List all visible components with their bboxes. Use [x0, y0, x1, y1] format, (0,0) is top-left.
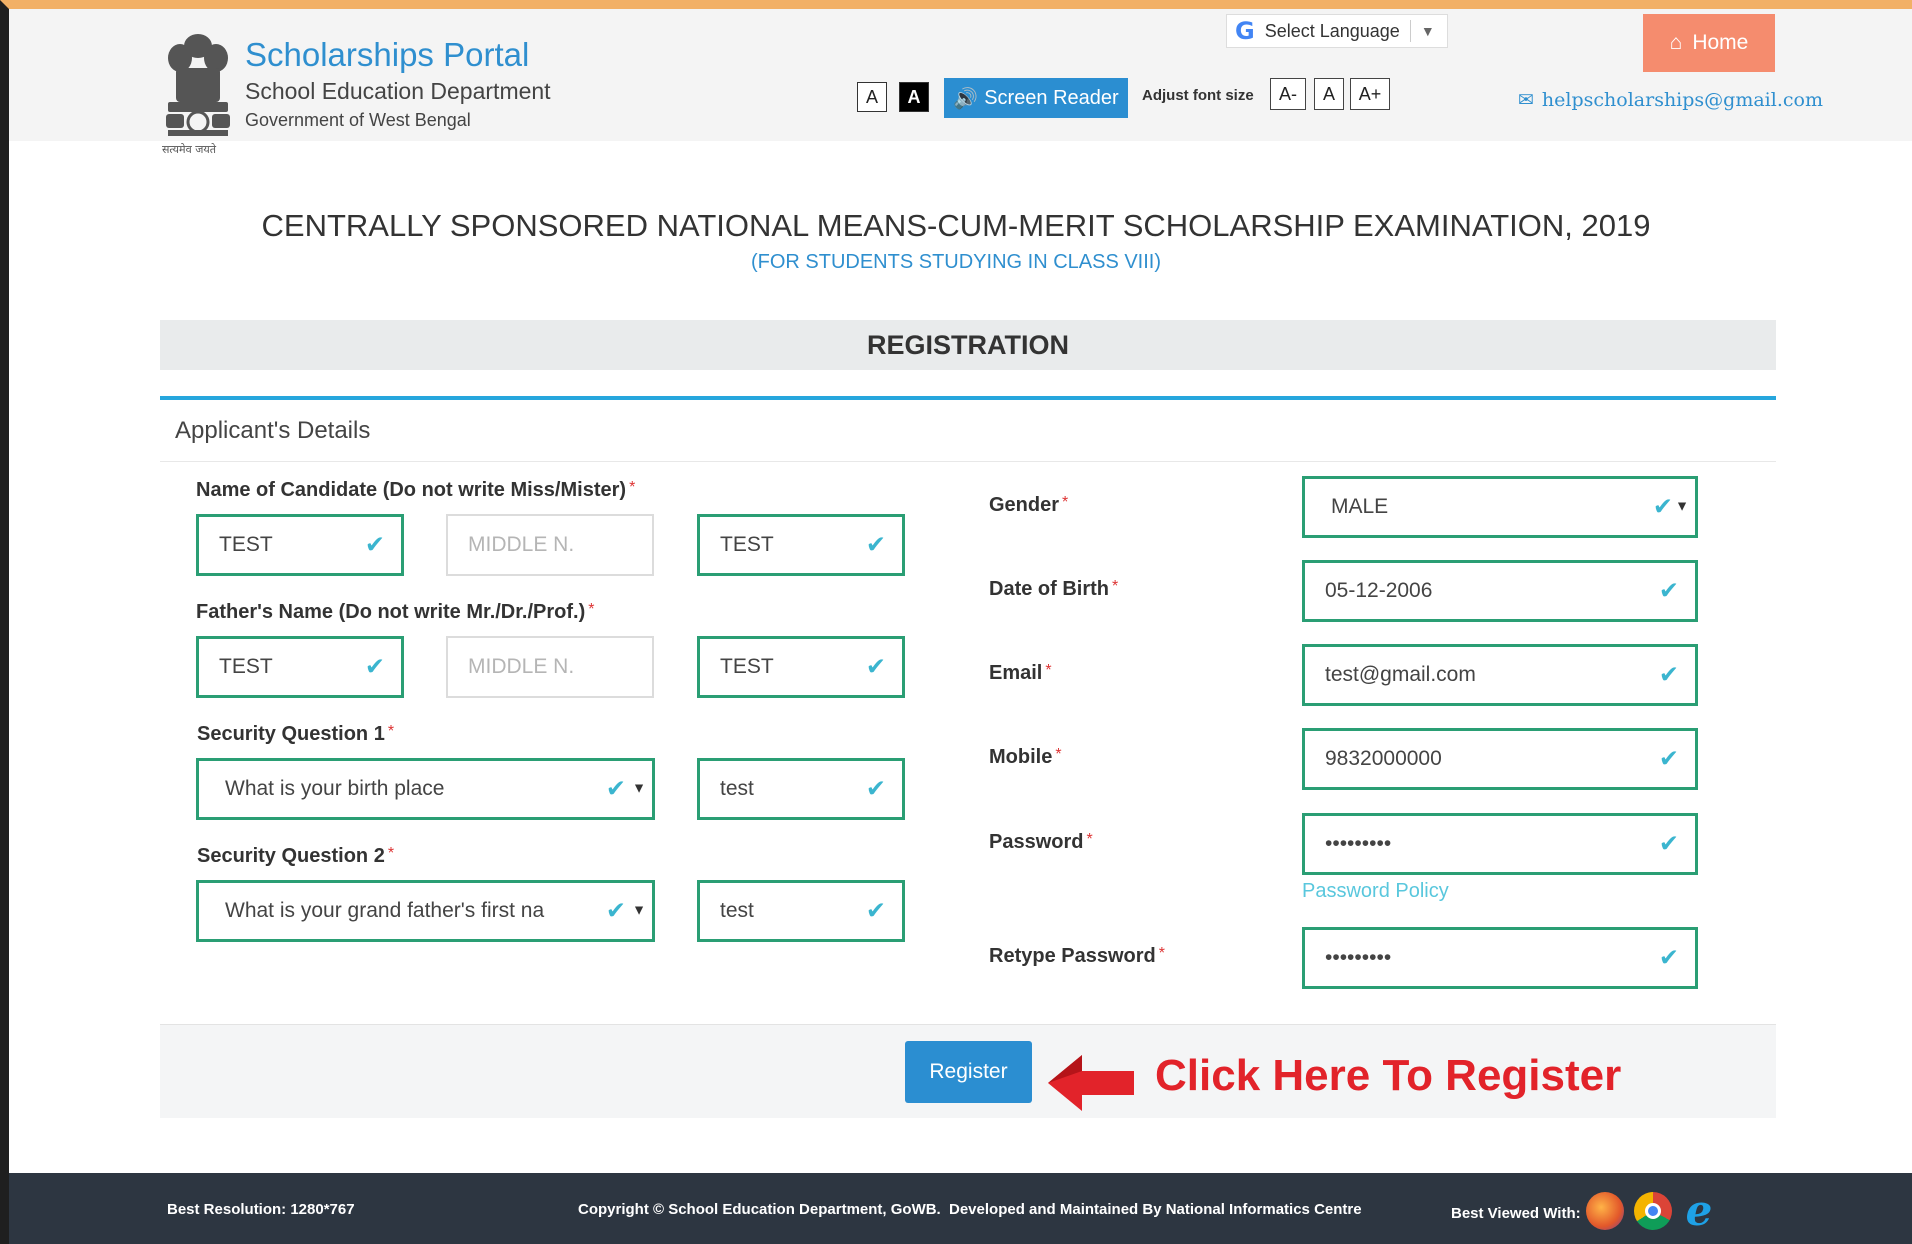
security-question-1-label: Security Question 1 * — [197, 723, 395, 745]
google-icon: G — [1235, 17, 1255, 45]
chrome-icon — [1634, 1192, 1672, 1230]
language-select[interactable]: G Select Language ▼ — [1226, 14, 1448, 48]
candidate-last-name-input[interactable]: TEST ✔ — [697, 514, 905, 576]
caret-down-icon: ▼ — [632, 901, 646, 918]
password-label: Password * — [989, 831, 1093, 853]
screen-reader-label: Screen Reader — [984, 86, 1119, 109]
exam-subtitle: (FOR STUDENTS STUDYING IN CLASS VIII) — [750, 251, 1162, 273]
help-email-text: helpscholarships@gmail.com — [1541, 89, 1823, 111]
check-icon: ✔ — [364, 531, 385, 559]
candidate-first-name-input[interactable]: TEST ✔ — [196, 514, 404, 576]
security-question-2-label: Security Question 2 * — [197, 845, 395, 867]
check-icon: ✔ — [865, 897, 886, 925]
check-icon: ✔ — [1658, 944, 1679, 972]
check-icon: ✔ — [865, 775, 886, 803]
father-first-name-input[interactable]: TEST ✔ — [196, 636, 404, 698]
font-increase-button[interactable]: A+ — [1350, 78, 1390, 110]
department-name: School Education Department — [245, 78, 551, 104]
home-button[interactable]: ⌂ Home — [1643, 14, 1775, 72]
email-label: Email * — [989, 662, 1052, 684]
contrast-normal-button[interactable]: A — [857, 82, 887, 112]
father-name-label: Father's Name (Do not write Mr./Dr./Prof… — [196, 601, 595, 623]
firefox-icon — [1586, 1192, 1624, 1230]
gender-select[interactable]: MALE ✔ ▼ — [1302, 476, 1698, 538]
state-emblem-icon — [166, 34, 230, 136]
register-button[interactable]: Register — [905, 1041, 1032, 1103]
security-question-2-select[interactable]: What is your grand father's first na ✔ ▼ — [196, 880, 655, 942]
security-question-1-select[interactable]: What is your birth place ✔ ▼ — [196, 758, 655, 820]
divider — [1409, 20, 1411, 42]
emblem-caption: सत्यमेव जयते — [162, 143, 217, 156]
mobile-label: Mobile * — [989, 746, 1062, 768]
password-policy-link[interactable]: Password Policy — [1302, 880, 1449, 903]
gender-label: Gender * — [989, 494, 1069, 516]
retype-password-input[interactable]: ••••••••• ✔ — [1302, 927, 1698, 989]
site-footer: Best Resolution: 1280*767 Copyright © Sc… — [9, 1173, 1912, 1244]
check-icon: ✔ — [1658, 745, 1679, 773]
help-email-link[interactable]: ✉ helpscholarships@gmail.com — [1518, 89, 1823, 111]
registration-heading: REGISTRATION — [160, 320, 1776, 370]
father-middle-name-input[interactable]: MIDDLE N. — [446, 636, 654, 698]
caret-down-icon: ▼ — [1675, 497, 1689, 514]
copyright-text: Copyright © School Education Department,… — [578, 1201, 941, 1218]
dob-input[interactable]: 05-12-2006 ✔ — [1302, 560, 1698, 622]
panel-heading: Applicant's Details — [160, 400, 1776, 462]
speaker-icon: 🔊 — [953, 87, 979, 110]
email-input[interactable]: test@gmail.com ✔ — [1302, 644, 1698, 706]
check-icon: ✔ — [865, 531, 886, 559]
caret-down-icon: ▼ — [1420, 23, 1435, 39]
ie-icon: e — [1685, 1186, 1713, 1235]
check-icon: ✔ — [1658, 661, 1679, 689]
dob-label: Date of Birth * — [989, 578, 1119, 600]
government-name: Government of West Bengal — [245, 110, 471, 130]
screen-reader-button[interactable]: 🔊 Screen Reader — [944, 78, 1128, 118]
register-annotation: Click Here To Register — [1155, 1051, 1622, 1100]
chrome-center — [1645, 1203, 1661, 1219]
candidate-middle-name-input[interactable]: MIDDLE N. — [446, 514, 654, 576]
best-viewed-text: Best Viewed With: — [1451, 1205, 1581, 1222]
adjust-font-label: Adjust font size — [1142, 87, 1254, 104]
retype-password-label: Retype Password * — [989, 945, 1165, 967]
envelope-icon: ✉ — [1518, 89, 1534, 111]
home-icon: ⌂ — [1669, 31, 1683, 54]
father-last-name-input[interactable]: TEST ✔ — [697, 636, 905, 698]
best-resolution-text: Best Resolution: 1280*767 — [167, 1201, 355, 1218]
home-label: Home — [1692, 31, 1749, 54]
mobile-input[interactable]: 9832000000 ✔ — [1302, 728, 1698, 790]
password-input[interactable]: ••••••••• ✔ — [1302, 813, 1698, 875]
font-normal-button[interactable]: A — [1314, 78, 1344, 110]
security-answer-2-input[interactable]: test ✔ — [697, 880, 905, 942]
check-icon: ✔ — [605, 775, 626, 803]
exam-title: CENTRALLY SPONSORED NATIONAL MEANS-CUM-M… — [261, 208, 1651, 243]
portal-title[interactable]: Scholarships Portal — [245, 36, 529, 74]
left-arrow-icon — [1048, 1055, 1134, 1111]
developed-by-text: Developed and Maintained By National Inf… — [949, 1201, 1362, 1218]
check-icon: ✔ — [364, 653, 385, 681]
font-decrease-button[interactable]: A- — [1270, 78, 1306, 110]
contrast-dark-button[interactable]: A — [899, 82, 929, 112]
check-icon: ✔ — [1658, 830, 1679, 858]
check-icon: ✔ — [865, 653, 886, 681]
language-select-label: Select Language — [1264, 20, 1400, 41]
security-answer-1-input[interactable]: test ✔ — [697, 758, 905, 820]
caret-down-icon: ▼ — [632, 779, 646, 796]
candidate-name-label: Name of Candidate (Do not write Miss/Mis… — [196, 479, 636, 501]
check-icon: ✔ — [1658, 577, 1679, 605]
check-icon: ✔ — [1652, 493, 1673, 521]
check-icon: ✔ — [605, 897, 626, 925]
